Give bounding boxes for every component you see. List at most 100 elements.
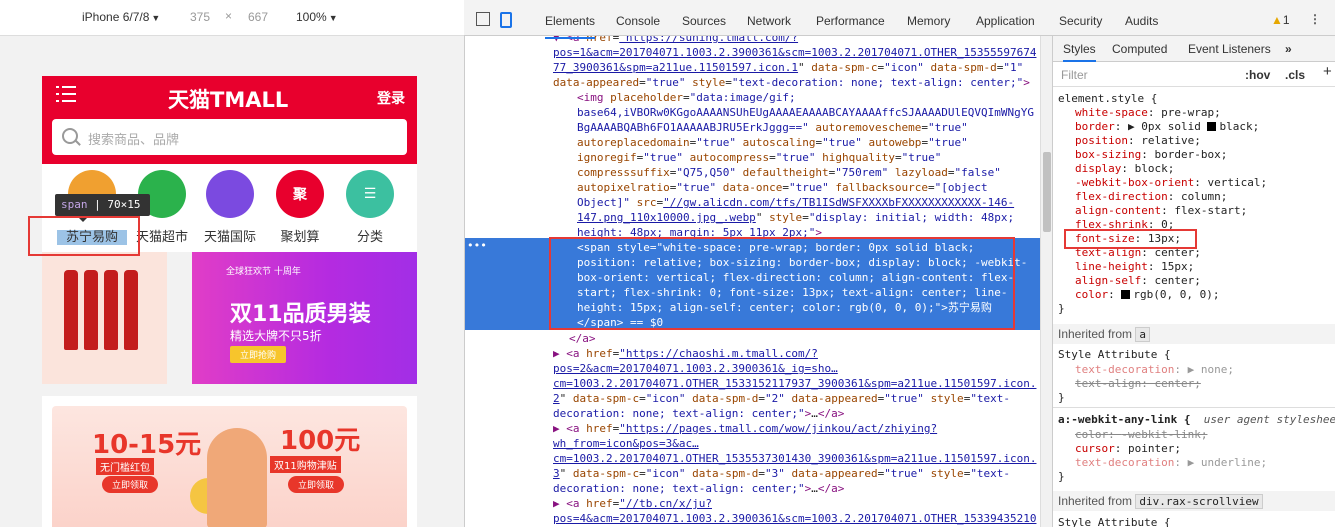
coupon-claim-left[interactable]: 立即领取 bbox=[102, 476, 159, 493]
styles-pane: Styles Computed Event Listeners » Filter… bbox=[1052, 36, 1335, 527]
dom-line: BgAAAABQABh6FO1AAAAABJRU5ErkJggg==" auto… bbox=[577, 121, 968, 134]
tab-security[interactable]: Security bbox=[1059, 14, 1102, 28]
dom-line: data-appeared="true" style="text-decorat… bbox=[553, 76, 1030, 89]
coupon-amount-left: 10-15元 bbox=[92, 430, 202, 460]
coupon-banner[interactable]: 10-15元 无门槛红包 立即领取 100元 双11购物津贴 立即领取 bbox=[52, 406, 407, 527]
tmall-logo: 天猫TMALL bbox=[168, 88, 289, 112]
search-box[interactable]: 搜索商品、品牌 bbox=[52, 119, 407, 155]
elements-panel: ▼ <a href="https://suning.tmall.com/? po… bbox=[464, 0, 1053, 527]
css-prop-inherited[interactable]: text-decoration: ▶ none; bbox=[1075, 363, 1234, 377]
css-prop[interactable]: white-space: pre-wrap; bbox=[1075, 106, 1221, 120]
tab-sources[interactable]: Sources bbox=[682, 14, 726, 28]
dom-line[interactable]: <img placeholder="data:image/gif; bbox=[577, 90, 1040, 105]
css-prop[interactable]: align-content: flex-start; bbox=[1075, 204, 1247, 218]
device-select[interactable]: iPhone 6/7/8 ▼ bbox=[82, 10, 160, 24]
dom-line[interactable]: ▶ <a href="https://chaoshi.m.tmall.com/? bbox=[553, 346, 1040, 361]
css-prop[interactable]: position: relative; bbox=[1075, 134, 1201, 148]
tab-network[interactable]: Network bbox=[747, 14, 791, 28]
scrollbar-thumb[interactable] bbox=[1043, 152, 1051, 232]
css-prop[interactable]: border: ▶ 0px solid black; bbox=[1075, 120, 1259, 134]
highlight-box-style bbox=[1064, 229, 1197, 249]
tab-console[interactable]: Console bbox=[616, 14, 660, 28]
dom-line: autopixelratio="true" data-once="true" f… bbox=[577, 181, 988, 194]
dom-line: </a> bbox=[569, 332, 596, 345]
element-style-header: element.style { bbox=[1058, 92, 1158, 105]
section-divider bbox=[42, 384, 417, 396]
dom-line[interactable]: ▼ <a href="https://suning.tmall.com/? bbox=[553, 36, 1040, 45]
login-link[interactable]: 登录 bbox=[377, 88, 405, 108]
tab-memory[interactable]: Memory bbox=[907, 14, 950, 28]
tab-computed[interactable]: Computed bbox=[1112, 42, 1167, 56]
banner-buy-button[interactable]: 立即抢购 bbox=[230, 346, 287, 363]
css-prop[interactable]: box-sizing: border-box; bbox=[1075, 148, 1227, 162]
tab-styles[interactable]: Styles bbox=[1063, 42, 1096, 62]
dom-line: decoration: none; text-align: center;">…… bbox=[553, 407, 845, 420]
inherited-selector-link[interactable]: a bbox=[1135, 327, 1151, 342]
promo-banner-carousel[interactable]: 全球狂欢节 十周年 双11品质男装 精选大牌不只5折 立即抢购 bbox=[42, 252, 417, 387]
highlight-box-element bbox=[28, 216, 140, 256]
inspect-element-icon[interactable] bbox=[476, 12, 490, 26]
inherited-from-a: Inherited from a bbox=[1053, 324, 1335, 344]
category-label: 天猫国际 bbox=[203, 230, 256, 245]
coupon-claim-right[interactable]: 立即领取 bbox=[288, 476, 345, 493]
tmall-header: 天猫TMALL 登录 搜索商品、品牌 bbox=[42, 76, 417, 164]
category-icon: ☰ bbox=[346, 170, 394, 218]
category-classify[interactable]: ☰ 分类 bbox=[335, 170, 405, 245]
cls-toggle[interactable]: .cls bbox=[1285, 68, 1305, 82]
warning-icon[interactable]: ▲1 bbox=[1271, 13, 1290, 27]
element-tooltip: span | 70×15 bbox=[55, 194, 150, 222]
css-prop[interactable]: line-height: 15px; bbox=[1075, 260, 1194, 274]
category-ju[interactable]: 聚 聚划算 bbox=[265, 170, 335, 245]
viewport-height-input[interactable]: 667 bbox=[248, 10, 268, 24]
new-rule-icon[interactable]: + bbox=[1323, 64, 1332, 79]
hov-toggle[interactable]: :hov bbox=[1245, 68, 1270, 82]
viewport-scrollbar[interactable] bbox=[445, 36, 464, 527]
dom-line[interactable]: ▶ <a href="https://pages.tmall.com/wow/j… bbox=[553, 421, 1040, 436]
tab-audits[interactable]: Audits bbox=[1125, 14, 1158, 28]
css-prop[interactable]: -webkit-box-orient: vertical; bbox=[1075, 176, 1267, 190]
dom-line: autoreplacedomain="true" autoscaling="tr… bbox=[577, 136, 968, 149]
zoom-select[interactable]: 100% ▼ bbox=[296, 10, 338, 24]
category-global[interactable]: 天猫国际 bbox=[195, 170, 265, 245]
more-menu-icon[interactable]: ⋮ bbox=[1309, 12, 1321, 26]
css-prop[interactable]: flex-direction: column; bbox=[1075, 190, 1227, 204]
filter-input[interactable]: Filter bbox=[1061, 68, 1088, 82]
more-tabs-icon[interactable]: » bbox=[1285, 42, 1292, 56]
ju-icon: 聚 bbox=[276, 170, 324, 218]
tab-elements[interactable]: Elements bbox=[545, 14, 596, 39]
css-prop-inherited[interactable]: text-decoration: ▶ underline; bbox=[1075, 456, 1267, 470]
tab-performance[interactable]: Performance bbox=[816, 14, 885, 28]
css-prop[interactable]: display: block; bbox=[1075, 162, 1174, 176]
css-prop-overridden[interactable]: color: -webkit-link; bbox=[1075, 428, 1207, 442]
search-icon bbox=[62, 128, 78, 144]
tab-event-listeners[interactable]: Event Listeners bbox=[1188, 42, 1271, 56]
dom-line: pos=4&acm=201704071.1003.2.3900361&scm=1… bbox=[553, 512, 1037, 525]
liquor-banner-image bbox=[42, 252, 167, 384]
devtools-tabbar: Elements Console Sources Network Perform… bbox=[464, 0, 1335, 39]
dom-line: Object]" src="//gw.alicdn.com/tfs/TB1ISd… bbox=[577, 196, 1015, 209]
css-prop-overridden[interactable]: text-align: center; bbox=[1075, 377, 1201, 391]
dom-line: compresssuffix="Q75,Q50" defaultheight="… bbox=[577, 166, 1001, 179]
css-prop[interactable]: align-self: center; bbox=[1075, 274, 1201, 288]
css-prop[interactable]: cursor: pointer; bbox=[1075, 442, 1181, 456]
viewport-width-input[interactable]: 375 bbox=[190, 10, 210, 24]
dom-line: 2" data-spm-c="icon" data-spm-d="2" data… bbox=[553, 392, 1011, 405]
dom-line: wh_from=icon&pos=3&ac… bbox=[553, 437, 699, 450]
rule-close: } bbox=[1058, 302, 1065, 315]
css-prop[interactable]: color: rgb(0, 0, 0); bbox=[1075, 288, 1219, 302]
styles-filter-bar: Filter :hov .cls + bbox=[1053, 63, 1335, 87]
device-viewport-pane: iPhone 6/7/8 ▼ 375 × 667 100% ▼ 天猫TMALL 登录… bbox=[0, 0, 464, 527]
menu-icon[interactable] bbox=[56, 86, 76, 104]
dom-line: base64,iVBORw0KGgoAAAANSUhEUgAAAAEAAAABC… bbox=[577, 106, 1034, 119]
styles-tabbar: Styles Computed Event Listeners » bbox=[1053, 36, 1335, 62]
banner-tag: 全球狂欢节 十周年 bbox=[226, 267, 301, 277]
device-toggle-icon[interactable] bbox=[500, 12, 512, 28]
dom-line[interactable]: ▶ <a href="//tb.cn/x/ju? bbox=[553, 496, 1040, 511]
highlight-box-code bbox=[549, 237, 1015, 330]
color-swatch[interactable] bbox=[1207, 122, 1217, 131]
color-swatch[interactable] bbox=[1121, 290, 1131, 299]
tab-application[interactable]: Application bbox=[976, 14, 1035, 28]
inherited-selector-link[interactable]: div.rax-scrollview bbox=[1135, 494, 1263, 509]
phone-screen: 天猫TMALL 登录 搜索商品、品牌 苏宁易购 天猫超市 天猫国际 聚 聚划算 … bbox=[42, 76, 417, 527]
global-icon bbox=[206, 170, 254, 218]
